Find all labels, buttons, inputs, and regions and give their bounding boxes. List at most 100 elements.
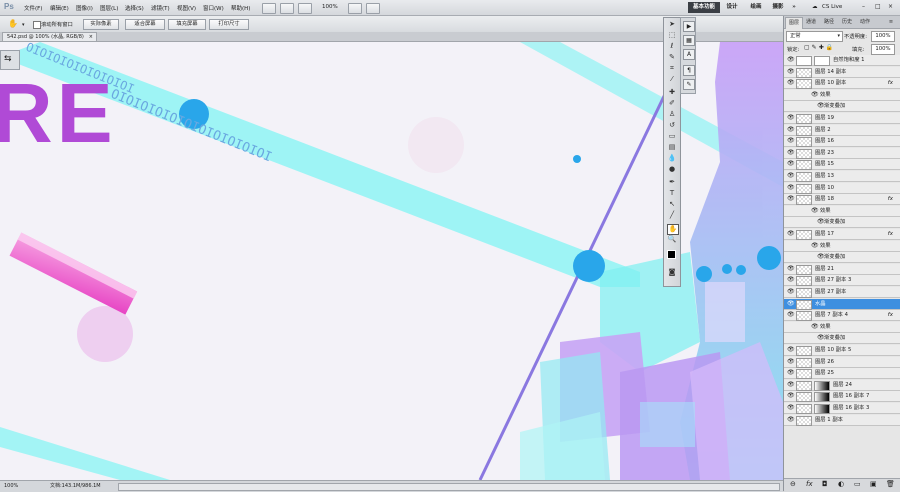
layer-effect-row[interactable]: 👁 渐变叠加 [784,101,900,113]
tab-paths[interactable]: 路径 [821,17,837,28]
fill-field[interactable]: 100% [871,44,895,55]
actual-pixels-button[interactable]: 实际像素 [83,19,119,30]
layer-effect-row[interactable]: 👁 渐变叠加 [784,333,900,345]
visibility-eye-icon[interactable]: 👁 [787,196,795,202]
minimize-icon[interactable]: – [862,3,865,10]
bridge-icon[interactable] [262,3,276,14]
paragraph-panel-icon[interactable]: ¶ [683,65,695,76]
type-tool-icon[interactable]: T [667,189,677,198]
menu-filter[interactable]: 滤镜(T) [151,4,170,12]
workspace-essentials[interactable]: 基本功能 [688,2,720,13]
tab-channels[interactable]: 通道 [803,17,819,28]
crop-tool-icon[interactable]: ⌗ [667,64,677,73]
visibility-eye-icon[interactable]: 👁 [787,416,795,423]
quick-select-tool-icon[interactable]: ✎ [667,53,677,62]
layer-row[interactable]: 👁 图层 21 [784,263,900,275]
visibility-eye-icon[interactable]: 👁 [811,91,819,98]
visibility-eye-icon[interactable]: 👁 [787,393,795,399]
visibility-eye-icon[interactable]: 👁 [817,219,825,225]
document-tab-close[interactable]: × [89,33,93,42]
visibility-eye-icon[interactable]: 👁 [787,138,795,144]
left-panel-dock[interactable]: ⇆ [0,50,20,70]
visibility-eye-icon[interactable]: 👁 [787,57,795,63]
screen-mode-icon[interactable] [366,3,380,14]
scroll-all-checkbox[interactable] [33,21,41,29]
visibility-eye-icon[interactable]: 👁 [787,347,795,353]
layer-row[interactable]: 👁 图层 2 [784,124,900,136]
visibility-eye-icon[interactable]: 👁 [787,184,795,191]
dodge-tool-icon[interactable]: ● [667,165,677,174]
extras-icon[interactable] [298,3,312,14]
menu-select[interactable]: 选择(S) [125,4,144,12]
layer-row[interactable]: 👁 自然饱和度 1 [784,55,900,66]
info-panel-icon[interactable]: ▦ [683,35,695,46]
layer-fx-badge[interactable]: fx [888,78,893,89]
close-icon[interactable]: × [888,3,893,10]
layer-row[interactable]: 👁 图层 1 副本 [784,414,900,426]
visibility-eye-icon[interactable]: 👁 [817,335,825,341]
gradient-tool-icon[interactable]: ▤ [667,143,677,152]
cs-live-button[interactable]: CS Live [822,4,842,10]
visibility-eye-icon[interactable]: 👁 [811,207,819,214]
adjustment-layer-icon[interactable]: ◐ [838,480,844,488]
layer-row[interactable]: 👁 图层 15 [784,159,900,171]
visibility-eye-icon[interactable]: 👁 [787,381,795,388]
delete-layer-icon[interactable]: 🗑 [886,480,895,488]
layer-effect-row[interactable]: 👁 效果 [784,321,900,333]
layer-row[interactable]: 👁 图层 18 fx [784,194,900,206]
layer-row[interactable]: 👁 图层 14 副本 [784,66,900,78]
visibility-eye-icon[interactable]: 👁 [787,289,795,295]
layer-effect-row[interactable]: 👁 渐变叠加 [784,252,900,264]
menu-file[interactable]: 文件(F) [24,4,42,12]
pen-tool-icon[interactable]: ✒ [667,178,677,187]
brush-panel-icon[interactable]: ✎ [683,79,695,90]
layer-row[interactable]: 👁 图层 24 [784,379,900,391]
layer-row[interactable]: 👁 图层 16 [784,136,900,148]
marquee-tool-icon[interactable]: ⬚ [667,31,677,40]
visibility-eye-icon[interactable]: 👁 [787,80,795,86]
layer-row[interactable]: 👁 图层 16 副本 3 [784,403,900,414]
panel-menu-icon[interactable]: ≡ [884,17,898,28]
fit-screen-button[interactable]: 适合屏幕 [125,19,165,30]
layer-fx-badge[interactable]: fx [888,229,893,240]
brush-tool-icon[interactable]: ✐ [667,99,677,108]
print-size-button[interactable]: 打印尺寸 [209,19,249,30]
visibility-eye-icon[interactable]: 👁 [811,323,819,330]
layer-fx-badge[interactable]: fx [888,310,893,321]
visibility-eye-icon[interactable]: 👁 [811,242,819,249]
add-mask-icon[interactable]: ◘ [822,480,828,488]
opacity-field[interactable]: 100% [871,31,895,42]
clone-stamp-icon[interactable]: ♙ [667,110,677,119]
visibility-eye-icon[interactable]: 👁 [787,68,795,75]
visibility-eye-icon[interactable]: 👁 [787,300,795,307]
visibility-eye-icon[interactable]: 👁 [787,277,795,283]
character-panel-icon[interactable]: A [683,49,695,60]
blend-mode-select[interactable]: 正常 ▾ [786,31,843,42]
layer-effect-row[interactable]: 👁 效果 [784,205,900,217]
menu-window[interactable]: 窗口(W) [203,4,224,12]
shape-tool-icon[interactable]: ╱ [667,211,677,220]
zoom-tool-icon[interactable]: 🔍 [667,235,677,244]
arrange-documents-icon[interactable] [348,3,362,14]
fill-screen-button[interactable]: 填充屏幕 [168,19,206,30]
layer-row[interactable]: 👁 图层 27 副本 3 [784,275,900,287]
hand-tool-icon[interactable]: ✋ [667,224,679,235]
visibility-eye-icon[interactable]: 👁 [817,103,825,109]
hand-tool-icon[interactable]: ✋ [4,19,22,28]
layer-row[interactable]: 👁 水晶 [784,298,900,310]
menu-view[interactable]: 视图(V) [177,4,196,12]
visibility-eye-icon[interactable]: 👁 [787,265,795,272]
lasso-tool-icon[interactable]: ℓ [667,42,677,51]
play-icon[interactable]: ▶ [683,21,695,32]
healing-brush-icon[interactable]: ✚ [667,88,677,97]
tab-history[interactable]: 历史 [839,17,855,28]
layer-row[interactable]: 👁 图层 16 副本 7 [784,391,900,403]
layer-row[interactable]: 👁 图层 26 [784,356,900,368]
layer-row[interactable]: 👁 图层 13 [784,171,900,182]
visibility-eye-icon[interactable]: 👁 [787,161,795,167]
blur-tool-icon[interactable]: 💧 [667,154,677,163]
link-layers-icon[interactable]: ⊖ [790,480,796,488]
layer-row[interactable]: 👁 图层 25 [784,368,900,380]
foreground-color-swatch[interactable] [667,250,676,259]
visibility-eye-icon[interactable]: 👁 [787,312,795,318]
